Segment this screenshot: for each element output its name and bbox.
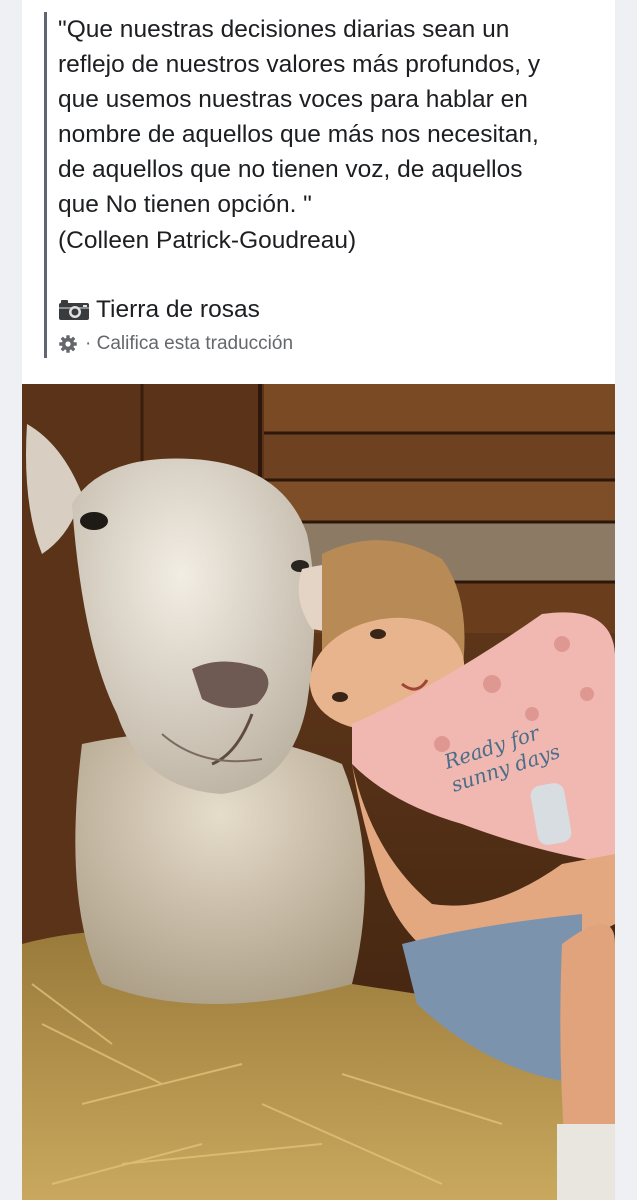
post-photo[interactable]: Ready for sunny days xyxy=(22,384,615,1200)
quote-line: que No tienen opción. " xyxy=(58,191,312,218)
quote-line: de aquellos que no tienen voz, de aquell… xyxy=(58,156,523,183)
credit-text: Tierra de rosas xyxy=(96,296,260,323)
quote-author: (Colleen Patrick-Goudreau) xyxy=(58,227,357,254)
gear-icon[interactable] xyxy=(58,334,78,354)
quote-block: "Que nuestras decisiones diarias sean un… xyxy=(44,12,615,358)
quote-line: reflejo de nuestros valores más profundo… xyxy=(58,51,541,78)
camera-icon xyxy=(59,300,89,320)
post-card: "Que nuestras decisiones diarias sean un… xyxy=(22,0,615,1200)
quote-line: "Que nuestras decisiones diarias sean un xyxy=(58,16,510,43)
photo-credit: Tierra de rosas xyxy=(58,292,615,328)
quote-line: nombre de aquellos que más nos necesitan… xyxy=(58,121,539,148)
quote-line: que usemos nuestras voces para hablar en xyxy=(58,86,528,113)
translation-rating[interactable]: · Califica esta traducción xyxy=(58,330,615,358)
translate-link[interactable]: · Califica esta traducción xyxy=(85,333,293,355)
